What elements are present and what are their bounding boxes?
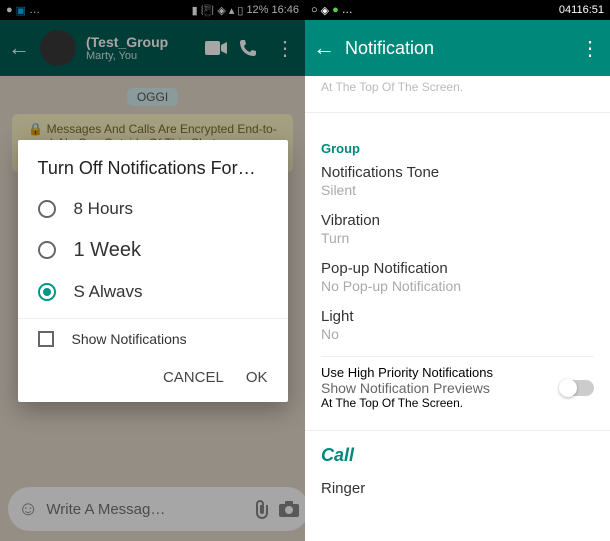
ok-button[interactable]: OK	[246, 369, 268, 386]
hint-text: At The Top Of The Screen.	[305, 76, 610, 104]
option-1-week[interactable]: 1 Week	[18, 229, 288, 272]
menu-dots-icon[interactable]: ⋮	[578, 36, 602, 61]
status-dot-icon: ●	[332, 4, 339, 16]
divider	[305, 112, 610, 113]
section-header-call: Call	[305, 445, 610, 466]
setting-hint: At The Top Of The Screen.	[321, 396, 560, 410]
setting-ringer[interactable]: Ringer	[321, 480, 594, 497]
status-dot-icon: ◈	[321, 4, 329, 17]
checkbox-label: Show Notifications	[72, 331, 187, 347]
status-icons-right: ○ ◈ ● …	[311, 4, 353, 17]
setting-popup[interactable]: Pop-up Notification No Pop-up Notificati…	[321, 260, 594, 294]
setting-value: Turn	[321, 230, 594, 246]
status-right-icons: 04116:51	[559, 4, 604, 16]
setting-notifications-tone[interactable]: Notifications Tone Silent	[321, 164, 594, 198]
status-more-icon: …	[342, 4, 353, 16]
dialog-buttons: CANCEL OK	[18, 359, 288, 402]
page-title: Notification	[345, 38, 568, 59]
toggle-switch[interactable]	[560, 380, 594, 396]
dialog-title: Turn Off Notifications For…	[18, 140, 288, 189]
option-8-hours[interactable]: 8 Hours	[18, 189, 288, 229]
option-label: S Alwavs	[74, 282, 143, 302]
left-phone: ● ▣ … ▮ 📳 ◈ ▴ ▯ 12% 16:46 ← (Test_Group …	[0, 0, 305, 541]
mute-dialog: Turn Off Notifications For… 8 Hours 1 We…	[18, 140, 288, 402]
whatsapp-icon: ○	[311, 4, 318, 16]
divider	[321, 356, 594, 357]
radio-icon	[38, 241, 56, 259]
dialog-overlay: Turn Off Notifications For… 8 Hours 1 We…	[0, 0, 305, 541]
group-section: Group Notifications Tone Silent Vibratio…	[305, 121, 610, 422]
setting-light[interactable]: Light No	[321, 308, 594, 342]
setting-vibration[interactable]: Vibration Turn	[321, 212, 594, 246]
option-always[interactable]: S Alwavs	[18, 272, 288, 312]
setting-value: No Pop-up Notification	[321, 278, 594, 294]
setting-title: Pop-up Notification	[321, 260, 594, 277]
setting-title: Vibration	[321, 212, 594, 229]
setting-subtitle: Show Notification Previews	[321, 380, 560, 396]
radio-icon	[38, 200, 56, 218]
cancel-button[interactable]: CANCEL	[163, 369, 224, 386]
section-header-group: Group	[321, 141, 594, 156]
back-arrow-icon[interactable]: ←	[313, 35, 335, 61]
option-label: 8 Hours	[74, 199, 134, 219]
show-notifications-checkbox-row[interactable]: Show Notifications	[18, 318, 288, 359]
setting-value: Silent	[321, 182, 594, 198]
setting-title: Light	[321, 308, 594, 325]
setting-high-priority[interactable]: Use High Priority Notifications Show Not…	[321, 365, 594, 410]
checkbox-icon	[38, 331, 54, 347]
statusbar-right: ○ ◈ ● … 04116:51	[305, 0, 610, 20]
radio-checked-icon	[38, 283, 56, 301]
setting-title: Use High Priority Notifications	[321, 365, 560, 380]
settings-appbar: ← Notification ⋮	[305, 20, 610, 76]
right-phone: ○ ◈ ● … 04116:51 ← Notification ⋮ At The…	[305, 0, 610, 541]
setting-title: Notifications Tone	[321, 164, 594, 181]
divider	[305, 430, 610, 431]
setting-title: Ringer	[321, 480, 594, 497]
clock: 04116:51	[559, 4, 604, 16]
call-section: Ringer	[305, 474, 610, 517]
option-label: 1 Week	[74, 239, 141, 262]
setting-value: No	[321, 326, 594, 342]
